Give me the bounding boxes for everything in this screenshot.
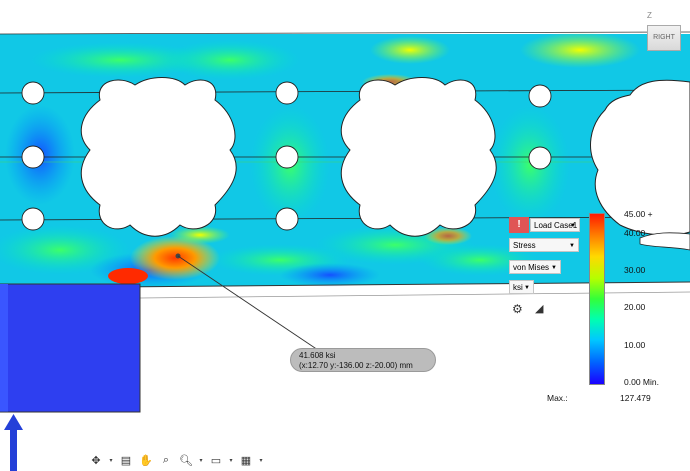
- zoom-icon[interactable]: 🔍︎: [178, 452, 194, 468]
- legend-label-20: 20.00: [624, 302, 646, 312]
- chevron-down-icon[interactable]: ▾: [258, 452, 264, 468]
- result-type-value: Stress: [513, 241, 536, 250]
- chevron-down-icon: ▼: [551, 265, 557, 271]
- units-dropdown[interactable]: ksi ▼: [509, 280, 534, 294]
- legend-label-30: 30.00: [624, 265, 646, 275]
- criterion-dropdown[interactable]: von Mises ▼: [509, 260, 561, 274]
- chevron-down-icon: ▼: [570, 223, 576, 229]
- legend-options-icon[interactable]: ◢: [535, 302, 543, 315]
- result-type-dropdown[interactable]: Stress ▼: [509, 238, 579, 252]
- display-icon[interactable]: ▭: [208, 452, 224, 468]
- settings-gear-icon[interactable]: ⚙: [512, 302, 523, 316]
- support-block: [0, 283, 141, 413]
- max-value: 127.479: [620, 393, 651, 403]
- chevron-down-icon: ▼: [569, 243, 575, 249]
- chevron-down-icon: ▼: [524, 285, 530, 291]
- view-cube[interactable]: Z RIGHT: [643, 11, 683, 53]
- units-value: ksi: [513, 283, 523, 292]
- legend-label-40: 40.00: [624, 228, 646, 238]
- grid-icon[interactable]: ▦: [238, 452, 254, 468]
- chevron-down-icon[interactable]: ▾: [108, 452, 114, 468]
- criterion-value: von Mises: [513, 263, 550, 272]
- max-label: Max.:: [547, 393, 568, 403]
- zoom-window-icon[interactable]: ⌕: [158, 452, 174, 468]
- legend-label-min: 0.00 Min.: [624, 377, 659, 387]
- probe-coords: (x:12.70 y:-136.00 z:-20.00) mm: [299, 361, 413, 370]
- legend-label-top: 45.00 +: [624, 209, 653, 219]
- pan-icon[interactable]: ▤: [118, 452, 134, 468]
- stress-legend-bar: [589, 213, 605, 385]
- view-cube-face[interactable]: RIGHT: [647, 25, 681, 51]
- chevron-down-icon[interactable]: ▾: [228, 452, 234, 468]
- probe-value: 41.608 ksi: [299, 351, 336, 360]
- load-case-dropdown[interactable]: Load Case1 ▼: [530, 218, 580, 232]
- warning-icon[interactable]: !: [509, 217, 529, 233]
- probe-label[interactable]: 41.608 ksi (x:12.70 y:-136.00 z:-20.00) …: [290, 348, 436, 372]
- stress-plot-viewport[interactable]: [0, 0, 690, 471]
- hand-icon[interactable]: ✋: [138, 452, 154, 468]
- orbit-icon[interactable]: ✥: [88, 452, 104, 468]
- chevron-down-icon[interactable]: ▾: [198, 452, 204, 468]
- legend-label-10: 10.00: [624, 340, 646, 350]
- navigation-toolbar: ✥ ▾ ▤ ✋ ⌕ 🔍︎ ▾ ▭ ▾ ▦ ▾: [88, 450, 264, 470]
- view-cube-axis: Z: [647, 11, 652, 20]
